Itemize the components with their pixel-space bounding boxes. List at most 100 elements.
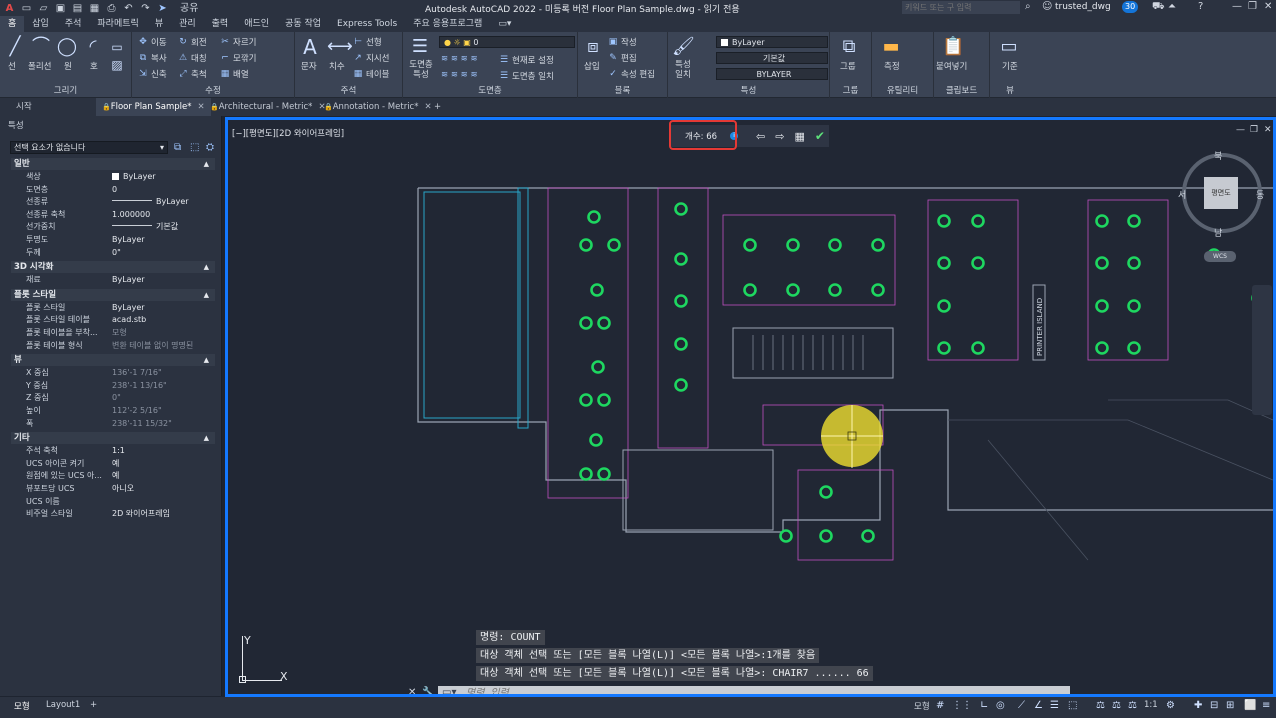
- measure-tool[interactable]: 측정: [884, 60, 900, 72]
- set-current-tool[interactable]: ☰ 현재로 설정: [499, 54, 554, 66]
- floor-plan-drawing[interactable]: PRINTER ISLAND: [228, 120, 1273, 694]
- measure-icon[interactable]: ▬: [880, 36, 902, 58]
- ribbon-tab-1[interactable]: 삽입: [24, 16, 57, 32]
- selection-cycling-icon[interactable]: ⬚: [1068, 700, 1077, 711]
- property-row[interactable]: 플롯 스타일 테이블 acad.stb: [11, 314, 215, 327]
- scale-tool[interactable]: ⤢ 축척: [178, 68, 206, 80]
- autodesk-icon[interactable]: ⏶: [1168, 1, 1176, 12]
- save-as-icon[interactable]: ▤: [72, 3, 83, 14]
- ribbon-tab-8[interactable]: 공동 작업: [277, 16, 329, 32]
- section-header[interactable]: 뷰 ▲: [11, 354, 215, 367]
- object-snap-tracking-icon[interactable]: ∠: [1034, 700, 1043, 711]
- circle-tool[interactable]: 원: [64, 60, 72, 72]
- modify-panel-title[interactable]: 수정: [132, 84, 294, 96]
- property-value[interactable]: ByLayer: [112, 274, 215, 287]
- text-icon[interactable]: A: [299, 36, 321, 58]
- document-tab-1[interactable]: 🔒Floor Plan Sample* ✕: [96, 98, 211, 116]
- property-row[interactable]: 플롯 스타일 ByLayer: [11, 302, 215, 315]
- command-close-icon[interactable]: ✕: [408, 687, 416, 694]
- toggle-pickadd-icon[interactable]: ⧉: [174, 142, 181, 153]
- property-value[interactable]: 0": [112, 247, 215, 260]
- grid-icon[interactable]: #: [936, 700, 944, 711]
- match-layer-tool[interactable]: ☰ 도면층 일치: [499, 70, 554, 82]
- utilities-panel-title[interactable]: 유틸리티: [872, 84, 933, 96]
- user-name[interactable]: trusted_dwg: [1055, 2, 1111, 12]
- property-row[interactable]: 플롯 테이블 형식 변환 테이블 없이 명명된: [11, 340, 215, 353]
- ribbon-tab-6[interactable]: 출력: [204, 16, 237, 32]
- property-row[interactable]: UCS 아이콘 켜기 예: [11, 458, 215, 471]
- property-row[interactable]: 두께 0": [11, 247, 215, 260]
- dimension-icon[interactable]: ⟷: [327, 36, 353, 58]
- table-tool[interactable]: ▦ 테이블: [353, 68, 390, 80]
- base-view-icon[interactable]: ▭: [998, 36, 1020, 58]
- section-header[interactable]: 플롯 스타일 ▲: [11, 288, 215, 301]
- collapse-icon[interactable]: ▲: [204, 354, 209, 366]
- circle-icon[interactable]: ◯: [56, 36, 78, 58]
- properties-panel-title[interactable]: 특성: [668, 84, 829, 96]
- section-header[interactable]: 3D 시각화 ▲: [11, 261, 215, 274]
- trim-tool[interactable]: ✂ 자르기: [220, 36, 256, 48]
- cart-icon[interactable]: ⛟: [1152, 1, 1165, 14]
- property-value[interactable]: 136'-1 7/16": [112, 367, 215, 380]
- property-value[interactable]: 0: [112, 184, 215, 197]
- view-panel-title[interactable]: 뷰: [990, 84, 1030, 96]
- paste-tool[interactable]: 붙여넣기: [936, 60, 967, 72]
- rotate-tool[interactable]: ↻ 회전: [178, 36, 206, 48]
- groups-panel-title[interactable]: 그룹: [830, 84, 871, 96]
- property-row[interactable]: 재료 ByLayer: [11, 274, 215, 287]
- property-row[interactable]: 폭 238'-11 15/32": [11, 418, 215, 431]
- property-row[interactable]: 높이 112'-2 5/16": [11, 405, 215, 418]
- linear-tool[interactable]: ⊢ 선형: [353, 36, 382, 48]
- polyline-tool[interactable]: 폴리선: [28, 60, 51, 72]
- fillet-tool[interactable]: ⌐ 모깎기: [220, 52, 256, 64]
- edit-block-tool[interactable]: ✎ 편집: [608, 52, 636, 64]
- property-value[interactable]: 예: [112, 470, 215, 483]
- viewport-restore-icon[interactable]: ❐: [1250, 125, 1258, 135]
- line-icon[interactable]: ╱: [4, 36, 26, 58]
- viewcube-top-face[interactable]: 평면도: [1204, 177, 1238, 209]
- ribbon-tab-5[interactable]: 관리: [171, 16, 204, 32]
- create-block-tool[interactable]: ▣ 작성: [608, 36, 637, 48]
- insert-tool[interactable]: 삽입: [584, 60, 600, 72]
- layer-tools-row1[interactable]: ≋ ≋ ≋ ≋: [441, 54, 478, 64]
- mirror-tool[interactable]: ⚠ 대칭: [178, 52, 207, 64]
- customization-menu-icon[interactable]: ≡: [1262, 700, 1270, 711]
- property-row[interactable]: UCS 이름: [11, 496, 215, 509]
- annotation-panel-title[interactable]: 주석: [295, 84, 402, 96]
- annotation-scale-icon[interactable]: ⚖: [1128, 700, 1137, 711]
- polyline-icon[interactable]: ⌒: [30, 36, 52, 58]
- insert-icon[interactable]: ⧈: [582, 36, 604, 58]
- snap-icon[interactable]: ⋮⋮: [952, 700, 972, 711]
- close-icon[interactable]: ✕: [1264, 1, 1272, 12]
- select-objects-icon[interactable]: ⬚: [190, 142, 199, 153]
- property-value[interactable]: acad.stb: [112, 314, 215, 327]
- plot-icon[interactable]: ⎙: [106, 3, 117, 14]
- user-icon[interactable]: ☺: [1042, 1, 1052, 12]
- new-tab-icon[interactable]: +: [428, 98, 447, 116]
- insert-count-table-icon[interactable]: ▦: [794, 130, 804, 143]
- property-value[interactable]: 238'-11 15/32": [112, 418, 215, 431]
- quick-select-icon[interactable]: ⛭: [206, 142, 214, 153]
- compass-west[interactable]: 서: [1178, 188, 1186, 201]
- property-value[interactable]: ByLayer: [112, 234, 215, 247]
- undo-icon[interactable]: ↶: [123, 3, 134, 14]
- add-layout-icon[interactable]: +: [90, 700, 97, 710]
- clean-screen-icon[interactable]: ⬜: [1244, 700, 1256, 711]
- save-icon[interactable]: ▣: [55, 3, 66, 14]
- minimize-icon[interactable]: —: [1232, 1, 1242, 12]
- dimension-tool[interactable]: 치수: [329, 60, 345, 72]
- property-row[interactable]: 비주얼 스타일 2D 와이어프레임: [11, 508, 215, 521]
- ribbon-tab-7[interactable]: 애드인: [236, 16, 277, 32]
- collapse-icon[interactable]: ▲: [204, 289, 209, 301]
- property-value[interactable]: 0": [112, 392, 215, 405]
- property-row[interactable]: 뷰포트당 UCS 아니오: [11, 483, 215, 496]
- command-prompt-icon[interactable]: ▭▾: [442, 687, 456, 694]
- lineweight-icon[interactable]: ☰: [1050, 700, 1059, 711]
- workspace-gear-icon[interactable]: ⚙: [1166, 700, 1175, 711]
- ribbon-tab-3[interactable]: 파라메트릭: [89, 16, 146, 32]
- auto-scale-icon[interactable]: ⚖: [1112, 700, 1121, 711]
- leader-tool[interactable]: ↗ 지시선: [353, 52, 389, 64]
- property-row[interactable]: Y 중심 238'-1 13/16": [11, 380, 215, 393]
- property-row[interactable]: X 중심 136'-1 7/16": [11, 367, 215, 380]
- ribbon-tab-10[interactable]: 주요 응용프로그램: [405, 16, 490, 32]
